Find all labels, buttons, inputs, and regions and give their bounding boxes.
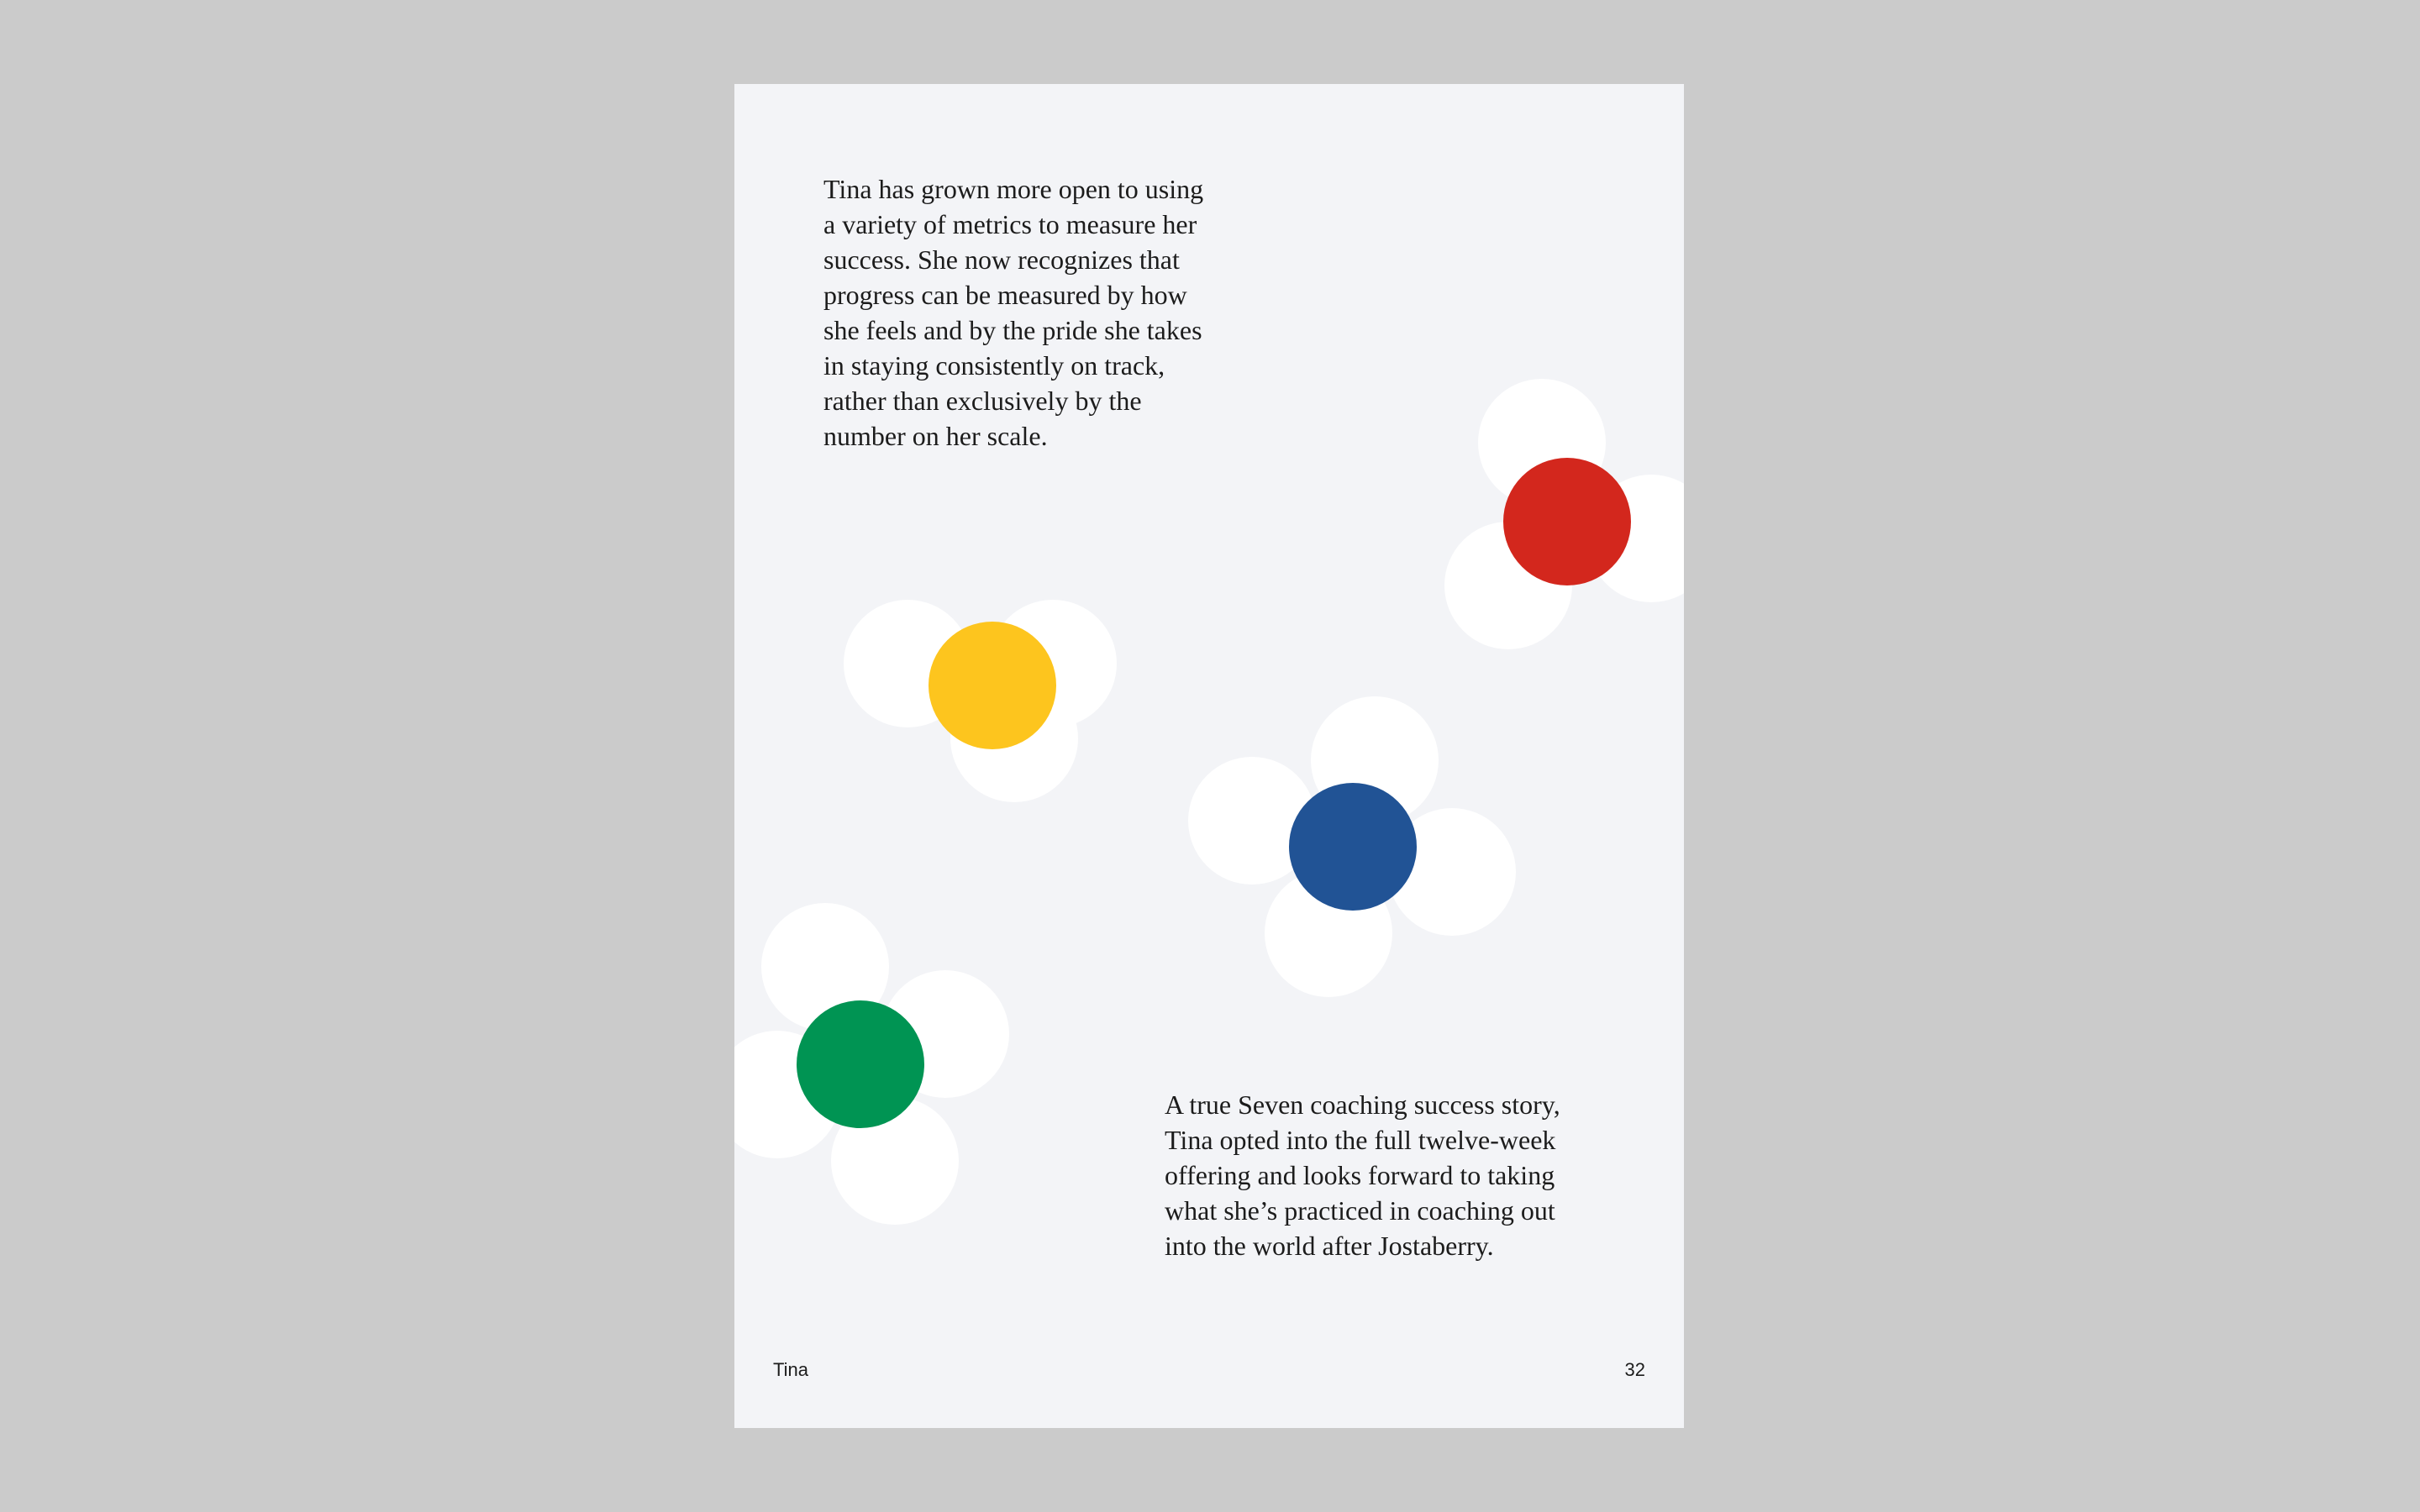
yellow-flower-center: [929, 622, 1056, 749]
paragraph-bottom: A true Seven coaching success story, Tin…: [1165, 1089, 1560, 1261]
green-flower-center: [797, 1000, 924, 1128]
document-page: Tina has grown more open to using a vari…: [734, 84, 1684, 1428]
footer-title: Tina: [773, 1359, 808, 1380]
red-flower-center: [1503, 458, 1631, 585]
paragraph-top: Tina has grown more open to using a vari…: [823, 174, 1204, 451]
blue-flower-center: [1289, 783, 1417, 911]
page-number: 32: [1624, 1359, 1645, 1380]
